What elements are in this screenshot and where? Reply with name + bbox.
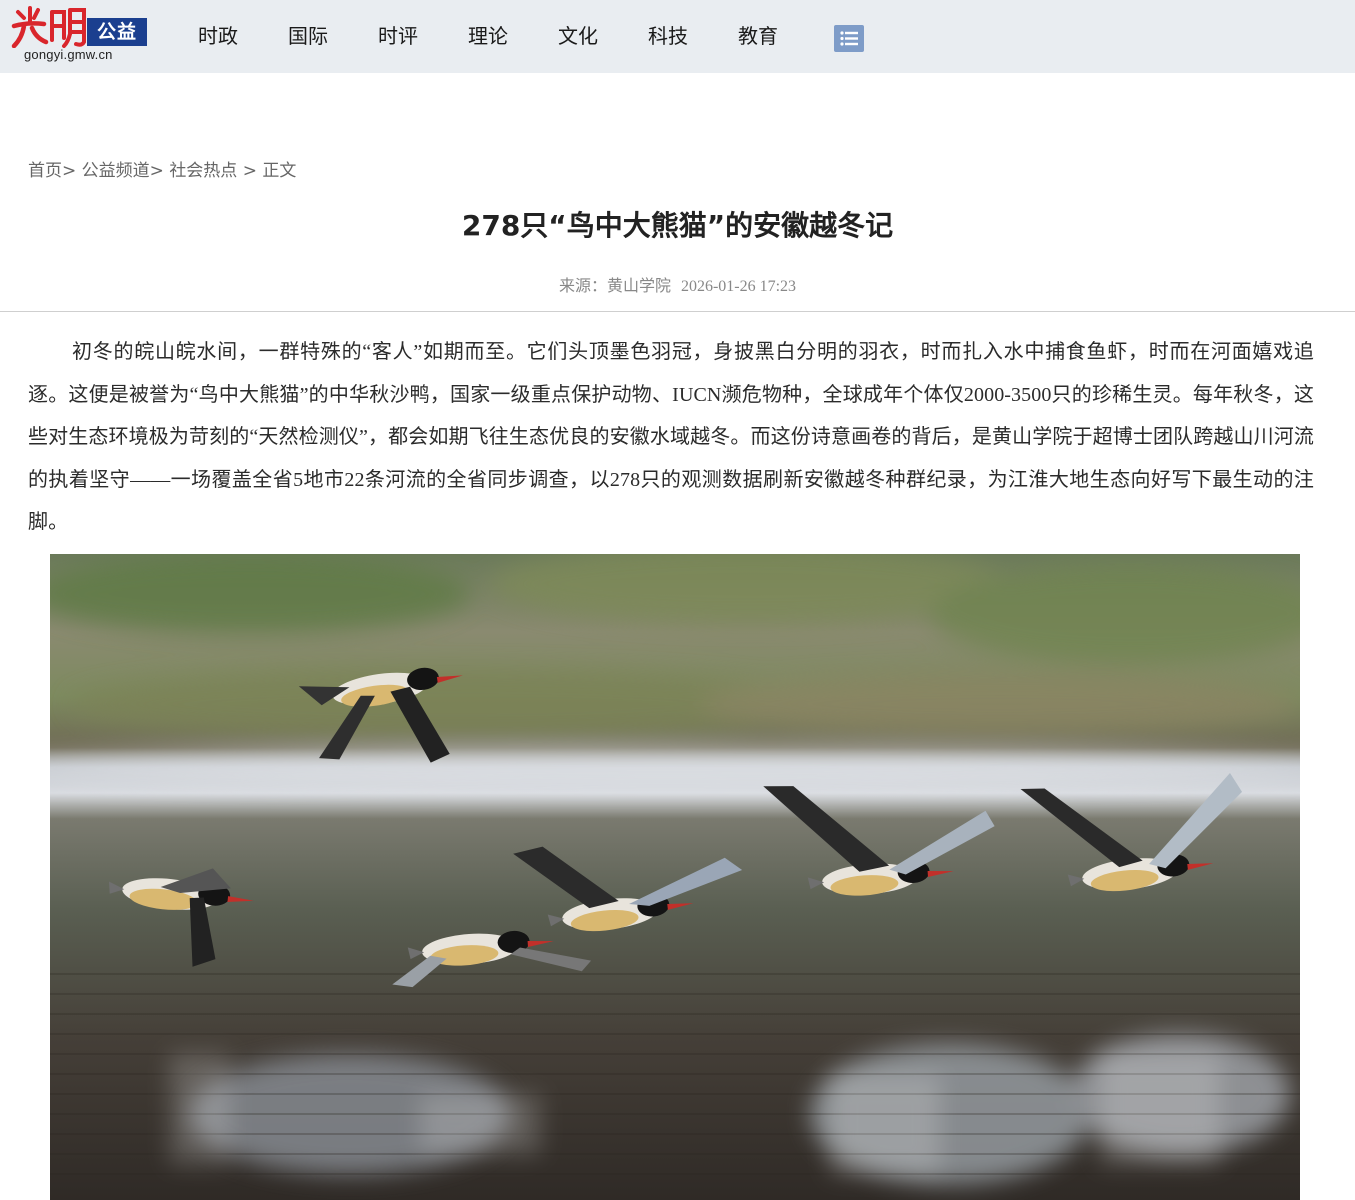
article-title: 278只“鸟中大熊猫”的安徽越冬记 [461,209,894,242]
logo-badge-gongyi: 公益 [87,18,147,46]
article-source: 来源：黄山学院 [558,276,671,295]
nav-item-keji[interactable]: 科技 [648,22,688,50]
top-header-bar: 公益 gongyi.gmw.cn 时政 国际 时评 理论 文化 科技 教育 [0,0,1355,73]
article-photo-mergansers [50,554,1300,1200]
breadcrumb-channel-link[interactable]: 公益频道 [82,161,150,181]
title-divider [0,311,1355,312]
menu-button[interactable] [834,25,864,52]
article-meta: 来源：黄山学院 2026-01-26 17:23 [0,272,1355,296]
breadcrumb-section-link[interactable]: 社会热点 [169,161,237,181]
breadcrumb-current: 正文 [262,161,297,181]
site-logo[interactable]: 公益 gongyi.gmw.cn [10,4,150,66]
nav-item-lilun[interactable]: 理论 [468,22,508,50]
nav-item-jiaoyu[interactable]: 教育 [738,22,778,50]
article-time: 2026-01-26 17:23 [680,278,797,295]
breadcrumb-home-link[interactable]: 首页 [28,161,62,181]
guangming-logo-icon [11,6,86,48]
article-paragraph: 初冬的皖山皖水间，一群特殊的“客人”如期而至。它们头顶墨色羽冠，身披黑白分明的羽… [28,341,1314,533]
nav-item-shiping[interactable]: 时评 [378,22,418,50]
nav-item-wenhua[interactable]: 文化 [558,22,598,50]
logo-url: gongyi.gmw.cn [24,47,113,62]
nav-item-shizheng[interactable]: 时政 [198,22,238,50]
list-menu-icon [840,31,858,46]
nav-item-guoji[interactable]: 国际 [288,22,328,50]
breadcrumb: 首页> 公益频道> 社会热点 > 正文 [28,161,297,181]
